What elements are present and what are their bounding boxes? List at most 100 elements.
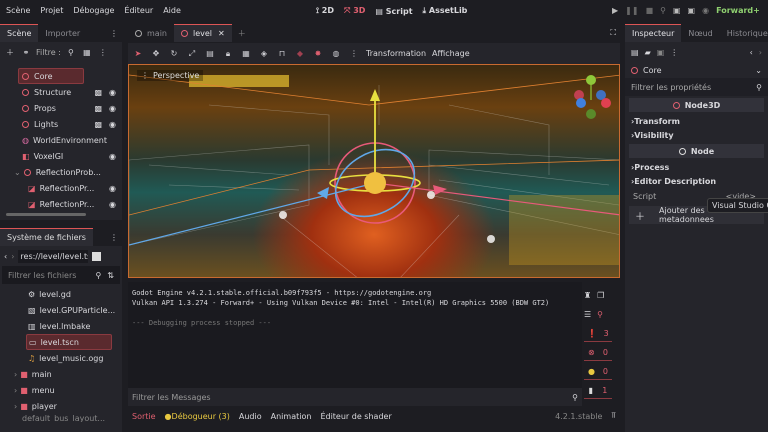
menu-project[interactable]: Projet [40, 6, 63, 15]
more-icon[interactable]: ⋮ [97, 48, 109, 57]
movie-maker-icon[interactable]: ◉ [702, 6, 709, 15]
play-scene-icon[interactable]: ▣ [673, 6, 681, 15]
chevron-right-icon[interactable]: › [14, 402, 17, 411]
tab-scene[interactable]: Scène [0, 24, 39, 42]
sun-toggle-icon[interactable]: ✸ [312, 49, 324, 58]
tree-node-reflectionprobe[interactable]: ◪ ReflectionPr... ◉ [0, 180, 122, 196]
tab-import[interactable]: Importer [38, 24, 87, 42]
menu-help[interactable]: Aide [163, 6, 181, 15]
tab-audio[interactable]: Audio [239, 412, 262, 421]
filter-properties-input[interactable]: Filtrer les propriétés [631, 83, 756, 92]
tree-node-props[interactable]: Props ▩ ◉ [0, 100, 122, 116]
menu-scene[interactable]: Scène [6, 6, 30, 15]
play-custom-scene-icon[interactable]: ▣ [688, 6, 696, 15]
folder-item[interactable]: › ■ main [0, 366, 122, 382]
tab-inspector[interactable]: Inspecteur [625, 24, 682, 42]
file-item[interactable]: ▥ level.lmbake [0, 318, 122, 334]
add-node-icon[interactable]: ＋ [4, 47, 16, 58]
clear-icon[interactable]: ♜ [584, 291, 591, 300]
more-icon[interactable]: ⋮ [348, 49, 360, 58]
new-resource-icon[interactable]: ▤ [631, 48, 639, 57]
collapse-icon[interactable]: ☰ [584, 310, 591, 319]
file-item[interactable]: ⚙ level.gd [0, 286, 122, 302]
dock-menu-icon[interactable]: ⋮ [110, 233, 118, 242]
group-icon[interactable]: ▦ [240, 49, 252, 58]
section-transform[interactable]: › Transform [625, 114, 768, 128]
menu-transform[interactable]: Transformation [366, 49, 426, 58]
search-icon[interactable]: ⚲ [65, 48, 77, 57]
tree-node-voxelgi[interactable]: ◧ VoxelGI ◉ [0, 148, 122, 164]
pause-icon[interactable]: ❚❚ [625, 6, 638, 15]
3d-viewport[interactable]: ⋮ Perspective [128, 64, 620, 278]
eye-icon[interactable]: ◉ [109, 184, 116, 193]
file-item-selected[interactable]: ▭ level.tscn [26, 334, 112, 350]
tree-node-worldenvironment[interactable]: ◍ WorldEnvironment [0, 132, 122, 148]
clapper-icon[interactable]: ▩ [94, 104, 102, 113]
eye-icon[interactable]: ◉ [109, 200, 116, 209]
clapper-icon[interactable]: ▩ [94, 120, 102, 129]
horizontal-scrollbar[interactable] [6, 213, 86, 216]
section-editor-description[interactable]: › Editor Description [625, 174, 768, 188]
search-icon[interactable]: ⚲ [597, 310, 603, 319]
more-icon[interactable]: ⋮ [670, 48, 678, 57]
move-tool-icon[interactable]: ✥ [150, 49, 162, 58]
pin-panel-icon[interactable]: ⫪ [611, 411, 616, 421]
tab-filesystem[interactable]: Système de fichiers [0, 228, 93, 246]
filter-warnings-toggle[interactable]: ● 0 [584, 364, 612, 380]
close-icon[interactable]: ✕ [218, 29, 225, 38]
tree-node-reflectionprobes[interactable]: ⌄ ReflectionProb... [0, 164, 122, 180]
version-label[interactable]: 4.2.1.stable [555, 412, 602, 421]
forward-icon[interactable]: › [11, 252, 14, 261]
split-view-icon[interactable] [92, 251, 102, 261]
add-tab-icon[interactable]: ＋ [238, 28, 246, 39]
dock-menu-icon[interactable]: ⋮ [110, 29, 118, 38]
file-item[interactable]: ♫ level_music.ogg [0, 350, 122, 366]
stop-icon[interactable]: ■ [646, 6, 654, 15]
file-item[interactable]: default_bus_layout... [0, 414, 122, 422]
tab-history[interactable]: Historique [720, 24, 768, 42]
renderer-label[interactable]: Forward+ [716, 6, 760, 15]
filter-editor-toggle[interactable]: ▮ 1 [584, 383, 612, 399]
local-space-icon[interactable]: ◈ [258, 49, 270, 58]
save-icon[interactable]: ▣ [657, 48, 665, 57]
eye-icon[interactable]: ◉ [109, 152, 116, 161]
workspace-script[interactable]: ▤ Script [375, 7, 412, 16]
tree-node-core[interactable]: Core [18, 68, 84, 84]
filter-files-input[interactable]: Filtrer les fichiers [8, 271, 95, 280]
play-icon[interactable]: ▶ [612, 6, 618, 15]
perspective-menu[interactable]: ⋮ Perspective [137, 70, 204, 81]
copy-icon[interactable]: ❐ [597, 291, 604, 300]
history-forward-icon[interactable]: › [759, 48, 762, 57]
snap-icon[interactable]: ⊓ [276, 49, 288, 58]
tab-output[interactable]: Sortie [132, 412, 156, 421]
chevron-right-icon[interactable]: › [14, 386, 17, 395]
fullscreen-icon[interactable]: ⛶ [610, 28, 616, 38]
folder-item[interactable]: › ■ menu [0, 382, 122, 398]
sort-icon[interactable]: ⇅ [107, 271, 114, 280]
script-attach-icon[interactable]: ▦ [81, 48, 93, 57]
menu-editor[interactable]: Éditeur [124, 6, 153, 15]
workspace-assetlib[interactable]: ⤓ AssetLib [423, 6, 468, 16]
scene-tab-level[interactable]: level ✕ [174, 24, 232, 42]
open-folder-icon[interactable]: ▰ [645, 48, 651, 57]
tab-debugger[interactable]: ●Débogueur (3) [165, 412, 230, 421]
workspace-3d[interactable]: ⤧ 3D [344, 6, 365, 16]
tree-node-lights[interactable]: Lights ▩ ◉ [0, 116, 122, 132]
tree-node-reflectionprobe[interactable]: ◪ ReflectionPr... ◉ [0, 196, 122, 212]
menu-debug[interactable]: Débogage [73, 6, 114, 15]
history-back-icon[interactable]: ‹ [750, 48, 753, 57]
filter-messages-input[interactable]: Filtrer les Messages [132, 393, 572, 402]
eye-icon[interactable]: ◉ [109, 88, 116, 97]
environment-toggle-icon[interactable]: ◍ [330, 49, 342, 58]
rotate-tool-icon[interactable]: ↻ [168, 49, 180, 58]
link-icon[interactable]: ⚭ [20, 48, 32, 57]
camera-icon[interactable]: ◆ [294, 49, 306, 58]
workspace-2d[interactable]: ⟟ 2D [316, 6, 334, 16]
path-field[interactable]: res://level/level.tscn [18, 249, 89, 263]
folder-item[interactable]: › ■ player [0, 398, 122, 414]
section-visibility[interactable]: › Visibility [625, 128, 768, 142]
filter-errors-toggle[interactable]: ⊗ 0 [584, 345, 612, 361]
menu-view[interactable]: Affichage [432, 49, 470, 58]
file-item[interactable]: ▧ level.GPUParticle... [0, 302, 122, 318]
filter-label[interactable]: Filtre : [36, 48, 61, 57]
